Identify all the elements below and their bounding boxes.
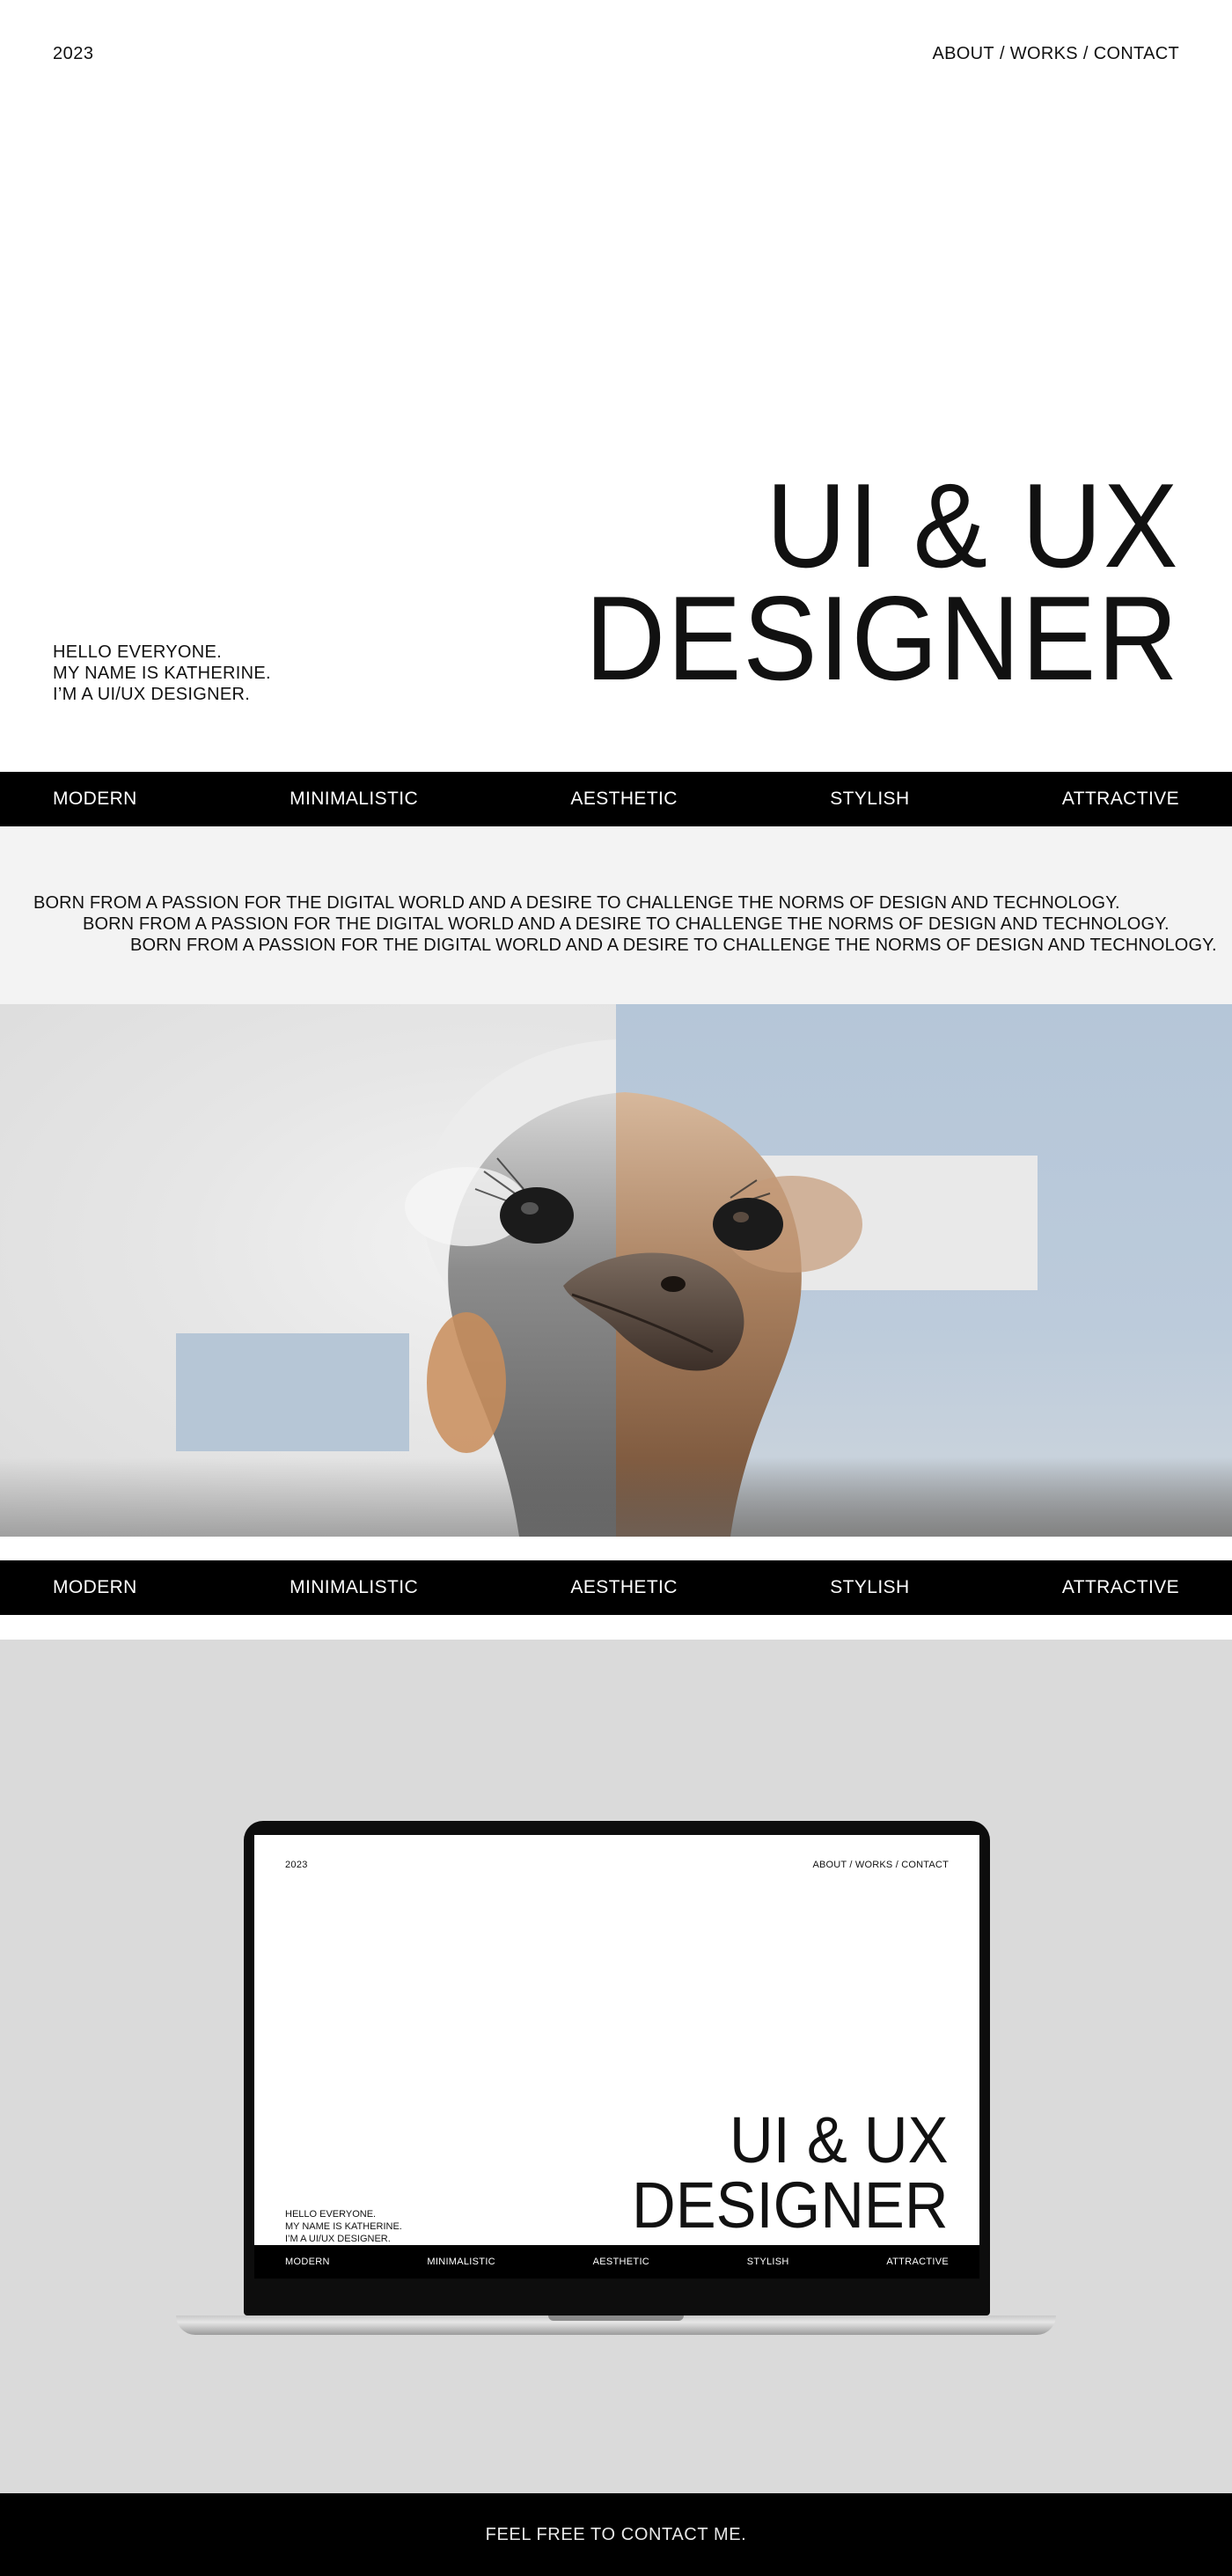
- hero-title-line: UI & UX: [766, 459, 1179, 592]
- keyword-item: STYLISH: [830, 789, 910, 809]
- photo-ground-shade: [0, 1457, 1232, 1537]
- statement-line: BORN FROM A PASSION FOR THE DIGITAL WORL…: [83, 914, 1170, 934]
- statement-section: BORN FROM A PASSION FOR THE DIGITAL WORL…: [0, 826, 1232, 1004]
- laptop-mockup-section: 2023 ABOUT / WORKS / CONTACT UI & UX DES…: [0, 1640, 1232, 2493]
- keyword-band: MODERN MINIMALISTIC AESTHETIC STYLISH AT…: [0, 772, 1232, 826]
- nav-link-about[interactable]: ABOUT: [933, 44, 994, 64]
- mockup-title-line: DESIGNER: [632, 2169, 949, 2242]
- mockup-nav: ABOUT / WORKS / CONTACT: [812, 1860, 949, 1870]
- contact-cta[interactable]: FEEL FREE TO CONTACT ME.: [486, 2525, 747, 2545]
- keyword-item: AESTHETIC: [570, 1577, 678, 1597]
- mockup-keyword-item: ATTRACTIVE: [886, 2257, 949, 2267]
- mockup-keyword-item: MINIMALISTIC: [427, 2257, 495, 2267]
- mockup-keyword-band: MODERN MINIMALISTIC AESTHETIC STYLISH AT…: [254, 2245, 979, 2279]
- accent-block-blue: [176, 1333, 409, 1451]
- site-header: 2023 ABOUT / WORKS / CONTACT: [0, 0, 1232, 110]
- hero-title: UI & UX DESIGNER: [540, 459, 1179, 705]
- mockup-intro-line: HELLO EVERYONE.: [285, 2209, 377, 2220]
- mockup-title: UI & UX DESIGNER: [608, 2108, 949, 2238]
- keyword-band: MODERN MINIMALISTIC AESTHETIC STYLISH AT…: [0, 1560, 1232, 1615]
- intro-line: MY NAME IS KATHERINE.: [53, 664, 271, 683]
- year-label: 2023: [53, 44, 94, 63]
- ostrich-photo: [0, 1004, 1232, 1537]
- keyword-item: MODERN: [53, 789, 137, 809]
- hero-intro: HELLO EVERYONE. MY NAME IS KATHERINE. I’…: [53, 642, 271, 705]
- keyword-item: STYLISH: [830, 1577, 910, 1597]
- mockup-intro: HELLO EVERYONE. MY NAME IS KATHERINE. I’…: [285, 2208, 402, 2245]
- intro-line: HELLO EVERYONE.: [53, 642, 222, 662]
- nav-separator: /: [1082, 44, 1089, 63]
- intro-line: I’M A UI/UX DESIGNER.: [53, 685, 251, 704]
- laptop-screen: 2023 ABOUT / WORKS / CONTACT UI & UX DES…: [254, 1835, 979, 2279]
- mockup-intro-line: MY NAME IS KATHERINE.: [285, 2221, 402, 2232]
- keyword-item: ATTRACTIVE: [1061, 789, 1179, 809]
- keyword-item: AESTHETIC: [570, 789, 678, 809]
- mockup-keyword-item: AESTHETIC: [592, 2257, 650, 2267]
- main-nav: ABOUT / WORKS / CONTACT: [933, 44, 1179, 64]
- mockup-intro-line: I’M A UI/UX DESIGNER.: [285, 2234, 391, 2244]
- keyword-item: MINIMALISTIC: [290, 1577, 419, 1597]
- hero-title-line: DESIGNER: [584, 571, 1179, 705]
- mockup-keyword-item: STYLISH: [746, 2257, 789, 2267]
- statement-line: BORN FROM A PASSION FOR THE DIGITAL WORL…: [130, 936, 1217, 955]
- laptop-notch: [548, 2315, 684, 2321]
- statement-line: BORN FROM A PASSION FOR THE DIGITAL WORL…: [33, 893, 1120, 913]
- nav-link-works[interactable]: WORKS: [1010, 44, 1078, 64]
- keyword-item: ATTRACTIVE: [1061, 1577, 1179, 1597]
- laptop-display: 2023 ABOUT / WORKS / CONTACT UI & UX DES…: [244, 1821, 990, 2315]
- mockup-title-line: UI & UX: [730, 2103, 949, 2176]
- nav-link-contact[interactable]: CONTACT: [1094, 44, 1179, 64]
- contact-footer[interactable]: FEEL FREE TO CONTACT ME.: [0, 2493, 1232, 2576]
- mockup-year: 2023: [285, 1860, 308, 1870]
- hero-section: HELLO EVERYONE. MY NAME IS KATHERINE. I’…: [0, 110, 1232, 772]
- mockup-keyword-item: MODERN: [285, 2257, 330, 2267]
- nav-separator: /: [999, 44, 1005, 63]
- keyword-item: MINIMALISTIC: [290, 789, 419, 809]
- keyword-item: MODERN: [53, 1577, 137, 1597]
